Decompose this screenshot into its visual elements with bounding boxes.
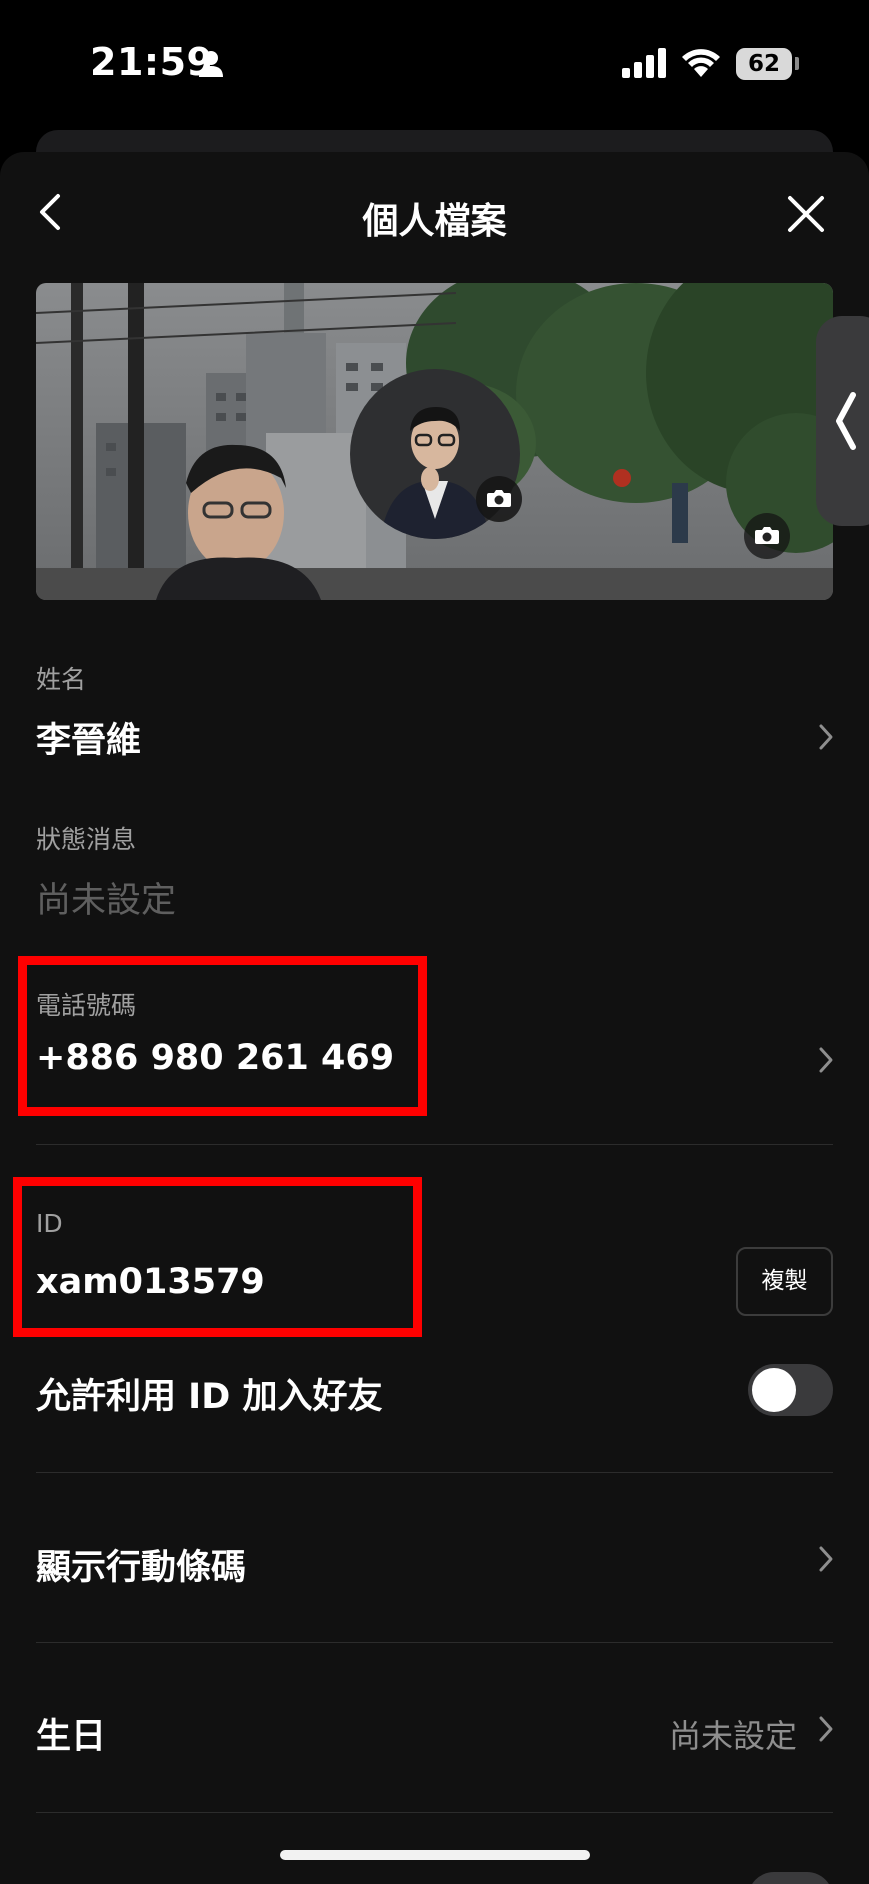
chevron-left-icon <box>836 392 856 450</box>
name-label: 姓名 <box>36 665 87 694</box>
status-message-label: 狀態消息 <box>36 825 137 854</box>
side-drawer-handle[interactable] <box>816 316 869 526</box>
battery-tip <box>795 57 799 70</box>
allow-id-label: 允許利用 ID 加入好友 <box>36 1377 383 1417</box>
camera-icon[interactable] <box>476 476 522 522</box>
name-value[interactable]: 李晉維 <box>36 712 141 763</box>
toggle-knob <box>752 1368 796 1412</box>
chevron-right-icon[interactable] <box>816 1544 836 1574</box>
home-indicator <box>280 1850 590 1860</box>
id-highlight-box <box>13 1177 422 1337</box>
divider <box>36 1472 833 1473</box>
allow-id-toggle[interactable] <box>748 1364 833 1416</box>
copy-button[interactable]: 複製 <box>736 1247 833 1316</box>
close-icon[interactable] <box>786 194 826 234</box>
status-bar: 21:59 62 <box>0 0 869 120</box>
chevron-right-icon[interactable] <box>816 1714 836 1744</box>
cellular-signal-icon <box>622 48 666 78</box>
camera-icon[interactable] <box>744 513 790 559</box>
birthday-label: 生日 <box>36 1717 107 1757</box>
phone-highlight-box <box>18 956 427 1116</box>
person-icon <box>199 51 223 77</box>
battery-indicator: 62 <box>736 48 792 80</box>
divider <box>36 1144 833 1145</box>
chevron-right-icon[interactable] <box>816 1045 836 1075</box>
status-time: 21:59 <box>90 40 214 84</box>
birthday-value[interactable]: 尚未設定 <box>669 1711 797 1757</box>
wifi-icon <box>682 49 720 77</box>
divider <box>36 1812 833 1813</box>
chevron-right-icon[interactable] <box>816 722 836 752</box>
status-message-placeholder[interactable]: 尚未設定 <box>36 872 176 923</box>
divider <box>36 1642 833 1643</box>
page-title: 個人檔案 <box>362 201 507 242</box>
profile-sheet: 個人檔案 姓名 李晉維 狀態消息 尚未設定 電話號碼 +886 980 261 … <box>0 152 869 1884</box>
show-barcode-label[interactable]: 顯示行動條碼 <box>36 1539 246 1590</box>
